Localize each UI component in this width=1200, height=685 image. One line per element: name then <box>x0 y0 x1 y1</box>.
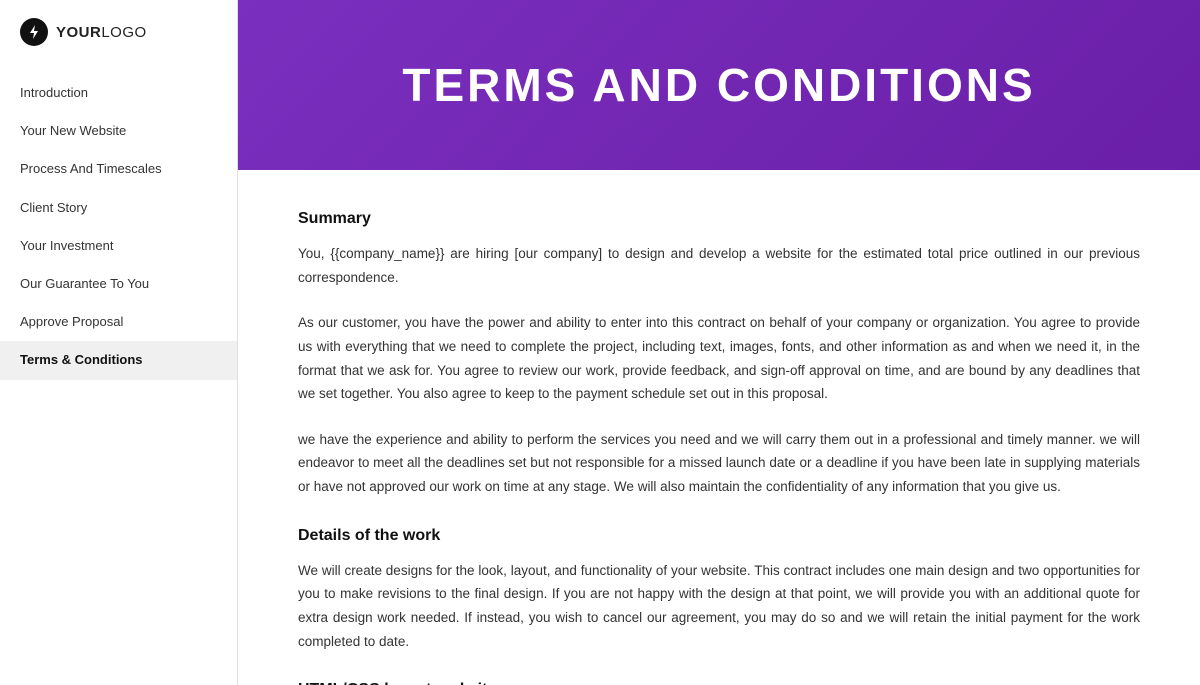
sidebar-item-our-guarantee[interactable]: Our Guarantee To You <box>0 265 237 303</box>
summary-paragraph-1: You, {{company_name}} are hiring [our co… <box>298 242 1140 289</box>
logo-text: YOURLOGO <box>56 24 147 41</box>
summary-heading: Summary <box>298 210 1140 228</box>
sidebar-item-your-new-website[interactable]: Your New Website <box>0 112 237 150</box>
summary-paragraph-3: we have the experience and ability to pe… <box>298 428 1140 499</box>
page-title: TERMS AND CONDITIONS <box>402 58 1035 112</box>
details-paragraph-1: We will create designs for the look, lay… <box>298 559 1140 654</box>
sidebar-item-client-story[interactable]: Client Story <box>0 189 237 227</box>
content-area: Summary You, {{company_name}} are hiring… <box>238 170 1200 685</box>
sidebar-item-terms-conditions[interactable]: Terms & Conditions <box>0 341 237 379</box>
sidebar-item-process-and-timescales[interactable]: Process And Timescales <box>0 150 237 188</box>
sidebar-item-introduction[interactable]: Introduction <box>0 74 237 112</box>
html-css-heading: HTML/CSS layout and site <box>298 681 1140 685</box>
sidebar-item-your-investment[interactable]: Your Investment <box>0 227 237 265</box>
main-content: TERMS AND CONDITIONS Summary You, {{comp… <box>238 0 1200 685</box>
logo-icon <box>20 18 48 46</box>
logo-area: YOURLOGO <box>0 0 237 64</box>
header-banner: TERMS AND CONDITIONS <box>238 0 1200 170</box>
details-heading: Details of the work <box>298 527 1140 545</box>
sidebar-item-approve-proposal[interactable]: Approve Proposal <box>0 303 237 341</box>
sidebar-nav: Introduction Your New Website Process An… <box>0 64 237 380</box>
summary-paragraph-2: As our customer, you have the power and … <box>298 311 1140 406</box>
sidebar: YOURLOGO Introduction Your New Website P… <box>0 0 238 685</box>
